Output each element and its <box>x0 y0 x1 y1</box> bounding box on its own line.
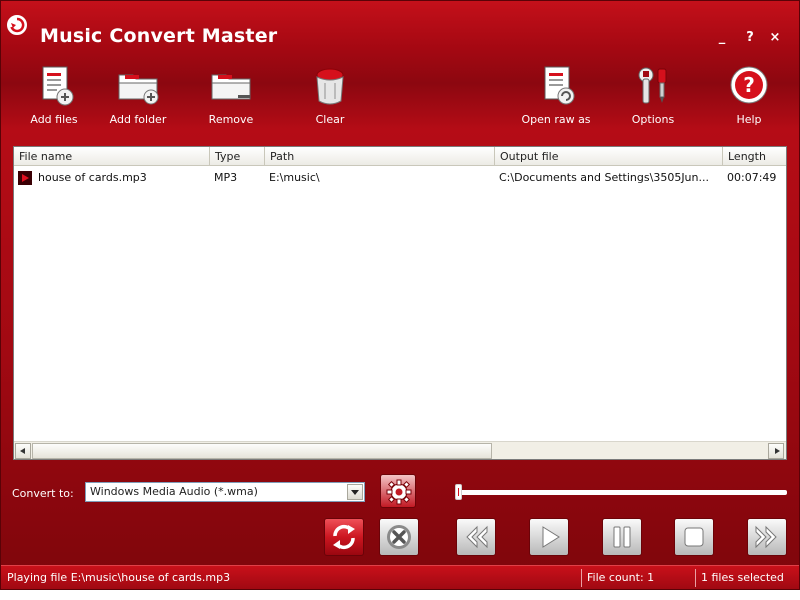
svg-text:?: ? <box>743 73 755 97</box>
column-path[interactable]: Path <box>265 147 495 166</box>
cancel-icon <box>387 525 411 549</box>
open-raw-as-label: Open raw as <box>521 113 591 126</box>
playback-progress-track[interactable] <box>457 490 787 495</box>
stop-button[interactable] <box>674 518 714 556</box>
file-list[interactable]: File name Type Path Output file Length h… <box>13 146 787 460</box>
remove-label: Remove <box>208 113 254 126</box>
file-list-header: File name Type Path Output file Length <box>14 147 786 166</box>
window-title: Music Convert Master <box>40 25 278 47</box>
column-file-name[interactable]: File name <box>14 147 210 166</box>
status-bar: Playing file E:\music\house of cards.mp3… <box>1 565 799 589</box>
column-length[interactable]: Length <box>723 147 786 166</box>
playing-icon <box>18 171 32 185</box>
open-raw-icon <box>544 66 575 105</box>
clear-button[interactable]: Clear <box>290 65 370 131</box>
remove-icon <box>211 74 251 100</box>
output-format-select[interactable]: Windows Media Audio (*.wma) <box>85 482 365 502</box>
status-file-count: File count: 1 <box>587 571 655 584</box>
scrollbar-thumb[interactable] <box>32 443 492 459</box>
close-button[interactable]: × <box>768 31 782 45</box>
output-format-value: Windows Media Audio (*.wma) <box>90 485 258 498</box>
row-output-file: C:\Documents and Settings\3505Jun... <box>499 171 709 184</box>
stop-convert-button[interactable] <box>379 518 419 556</box>
options-button[interactable]: Options <box>613 65 693 131</box>
format-settings-button[interactable] <box>380 474 416 508</box>
stop-icon <box>684 527 704 547</box>
status-playing: Playing file E:\music\house of cards.mp3 <box>7 571 231 584</box>
pause-icon <box>613 526 631 548</box>
play-button[interactable] <box>529 518 569 556</box>
table-row[interactable]: house of cards.mp3 MP3 E:\music\ C:\Docu… <box>14 169 786 187</box>
scroll-left-button[interactable] <box>15 443 31 459</box>
add-files-label: Add files <box>30 113 78 126</box>
add-folder-button[interactable]: Add folder <box>98 65 178 131</box>
minimize-button[interactable]: _ <box>715 31 729 45</box>
next-button[interactable] <box>747 518 787 556</box>
previous-button[interactable] <box>456 518 496 556</box>
add-files-icon <box>42 66 74 106</box>
status-divider <box>695 569 696 587</box>
row-type: MP3 <box>214 171 238 184</box>
pause-button[interactable] <box>602 518 642 556</box>
clear-icon <box>316 68 344 105</box>
add-folder-label: Add folder <box>109 113 167 126</box>
scroll-right-button[interactable] <box>768 443 784 459</box>
convert-to-label: Convert to: <box>12 487 74 500</box>
chevron-down-icon[interactable] <box>347 484 363 500</box>
help-button[interactable]: ? Help <box>709 65 789 131</box>
title-bar: Music Convert Master _ ? × <box>1 1 799 46</box>
column-output-file[interactable]: Output file <box>495 147 723 166</box>
clear-label: Clear <box>315 113 345 126</box>
play-icon <box>542 526 560 548</box>
fast-forward-icon <box>755 525 777 549</box>
status-selected: 1 files selected <box>701 571 784 584</box>
playback-progress-thumb[interactable] <box>455 484 462 500</box>
help-title-button[interactable]: ? <box>743 31 757 45</box>
add-folder-icon <box>118 74 159 105</box>
rewind-icon <box>466 525 488 549</box>
gear-icon <box>386 479 412 505</box>
row-path: E:\music\ <box>269 171 320 184</box>
add-files-button[interactable]: Add files <box>14 65 94 131</box>
open-raw-as-button[interactable]: Open raw as <box>516 65 596 131</box>
status-divider <box>581 569 582 587</box>
app-logo-icon <box>7 15 27 35</box>
row-file-name: house of cards.mp3 <box>38 171 147 184</box>
help-label: Help <box>736 113 762 126</box>
remove-button[interactable]: Remove <box>191 65 271 131</box>
help-icon: ? <box>730 66 768 104</box>
horizontal-scrollbar[interactable] <box>14 441 786 459</box>
options-label: Options <box>631 113 675 126</box>
options-icon <box>638 67 667 104</box>
column-type[interactable]: Type <box>210 147 265 166</box>
app-window: Music Convert Master _ ? × Add files Add… <box>0 0 800 590</box>
row-length: 00:07:49 <box>727 171 777 184</box>
convert-icon <box>333 524 355 550</box>
convert-button[interactable] <box>324 518 364 556</box>
